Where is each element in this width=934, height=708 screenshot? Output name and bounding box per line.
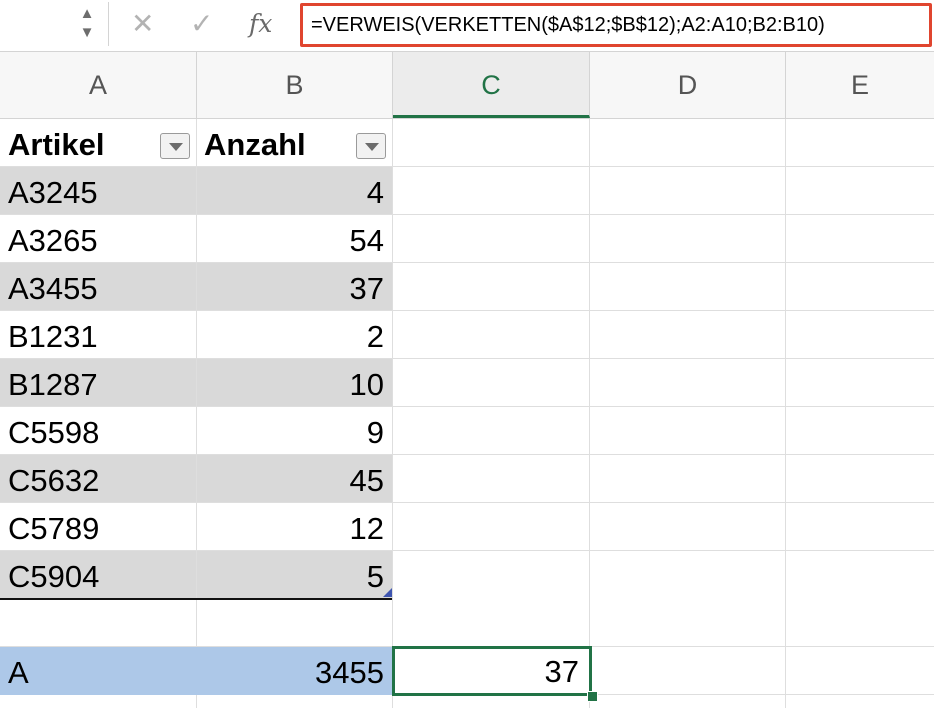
cell-anzahl[interactable]: 4	[196, 167, 392, 215]
column-header-c[interactable]: C	[393, 52, 590, 118]
fill-handle[interactable]	[587, 691, 598, 702]
cell-artikel[interactable]: A3455	[0, 263, 196, 311]
filter-dropdown-icon[interactable]	[160, 133, 190, 159]
chevron-down-icon[interactable]: ▼	[74, 23, 100, 42]
formula-bar: ▲ ▼ ✕ ✓ fx =VERWEIS(VERKETTEN($A$12;$B$1…	[0, 0, 934, 52]
cancel-icon[interactable]: ✕	[131, 7, 154, 41]
cell-artikel[interactable]: C5789	[0, 503, 196, 551]
cell-artikel[interactable]: C5632	[0, 455, 196, 503]
table-header-row: Artikel Anzahl	[0, 119, 392, 167]
cell-artikel[interactable]: A3265	[0, 215, 196, 263]
column-header-e[interactable]: E	[786, 52, 934, 118]
cell-anzahl[interactable]: 9	[196, 407, 392, 455]
cell-artikel[interactable]: B1231	[0, 311, 196, 359]
cell-artikel[interactable]: C5598	[0, 407, 196, 455]
cell-anzahl[interactable]: 2	[196, 311, 392, 359]
cell-c12-value: 37	[544, 654, 579, 689]
cell-anzahl[interactable]: 5	[196, 551, 392, 599]
gridline	[392, 119, 393, 708]
column-header-a[interactable]: A	[0, 52, 197, 118]
chevron-up-icon[interactable]: ▲	[74, 4, 100, 23]
table-row: C5789 12	[0, 503, 392, 551]
worksheet-grid[interactable]: Artikel Anzahl A3245 4 A3265 54 A3455 37…	[0, 119, 934, 708]
selected-cell-c12[interactable]: 37	[392, 646, 592, 696]
formula-input[interactable]: =VERWEIS(VERKETTEN($A$12;$B$12);A2:A10;B…	[300, 3, 932, 47]
cell-anzahl[interactable]: 54	[196, 215, 392, 263]
column-header-d[interactable]: D	[590, 52, 786, 118]
table-row: C5598 9	[0, 407, 392, 455]
name-box-stepper[interactable]: ▲ ▼	[74, 4, 100, 44]
table-row: C5632 45	[0, 455, 392, 503]
cell-artikel[interactable]: C5904	[0, 551, 196, 599]
table-bottom-border	[0, 598, 392, 600]
cell-anzahl[interactable]: 37	[196, 263, 392, 311]
table-row: A3455 37	[0, 263, 392, 311]
cell-a12[interactable]: A	[0, 647, 196, 695]
cell-artikel[interactable]: A3245	[0, 167, 196, 215]
table-row: B1231 2	[0, 311, 392, 359]
cell-anzahl[interactable]: 45	[196, 455, 392, 503]
cell-anzahl[interactable]: 10	[196, 359, 392, 407]
column-header-b[interactable]: B	[197, 52, 393, 118]
cell-anzahl[interactable]: 12	[196, 503, 392, 551]
insert-function-icon[interactable]: fx	[249, 7, 272, 41]
table-row: B1287 10	[0, 359, 392, 407]
divider	[108, 2, 109, 46]
lookup-input-row: A 3455	[0, 647, 392, 695]
column-headers: A B C D E	[0, 52, 934, 119]
table-row: A3245 4	[0, 167, 392, 215]
table-row: A3265 54	[0, 215, 392, 263]
cell-artikel[interactable]: B1287	[0, 359, 196, 407]
filter-dropdown-icon[interactable]	[356, 133, 386, 159]
confirm-icon[interactable]: ✓	[190, 7, 213, 41]
table-row: C5904 5	[0, 551, 392, 599]
cell-b12[interactable]: 3455	[196, 647, 392, 695]
gridline	[589, 119, 590, 708]
gridline	[785, 119, 786, 708]
